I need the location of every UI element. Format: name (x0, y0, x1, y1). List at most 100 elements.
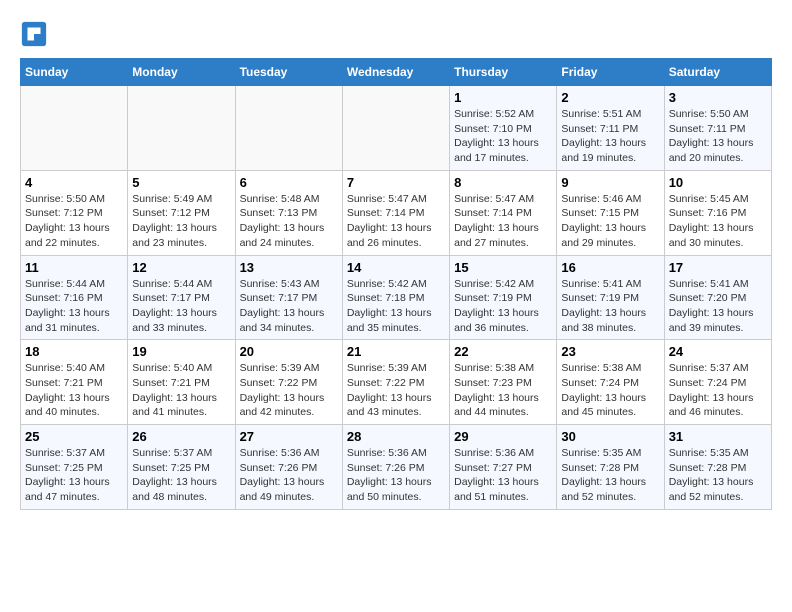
day-number: 24 (669, 344, 767, 359)
calendar-cell: 17Sunrise: 5:41 AM Sunset: 7:20 PM Dayli… (664, 255, 771, 340)
day-info: Sunrise: 5:44 AM Sunset: 7:16 PM Dayligh… (25, 277, 123, 336)
logo-icon (20, 20, 48, 48)
calendar-cell (128, 86, 235, 171)
day-info: Sunrise: 5:35 AM Sunset: 7:28 PM Dayligh… (669, 446, 767, 505)
calendar-cell: 4 Sunrise: 5:50 AM Sunset: 7:12 PM Daylig… (21, 170, 128, 255)
calendar-cell: 23Sunrise: 5:38 AM Sunset: 7:24 PM Dayli… (557, 340, 664, 425)
calendar-cell: 8Sunrise: 5:47 AM Sunset: 7:14 PM Daylig… (450, 170, 557, 255)
day-header: Sunday (21, 59, 128, 86)
calendar-cell: 22Sunrise: 5:38 AM Sunset: 7:23 PM Dayli… (450, 340, 557, 425)
calendar-cell (21, 86, 128, 171)
calendar-cell: 27 Sunrise: 5:36 AM Sunset: 7:26 PM Dayli… (235, 425, 342, 510)
day-number: 26 (132, 429, 230, 444)
day-info: Sunrise: 5:43 AM Sunset: 7:17 PM Dayligh… (240, 277, 338, 336)
day-number: 8 (454, 175, 552, 190)
calendar-cell: 2 Sunrise: 5:51 AM Sunset: 7:11 PM Daylig… (557, 86, 664, 171)
calendar-week-row: 11 Sunrise: 5:44 AM Sunset: 7:16 PM Dayli… (21, 255, 772, 340)
calendar-cell: 20 Sunrise: 5:39 AM Sunset: 7:22 PM Dayli… (235, 340, 342, 425)
calendar-cell: 12 Sunrise: 5:44 AM Sunset: 7:17 PM Dayli… (128, 255, 235, 340)
day-number: 4 (25, 175, 123, 190)
calendar-week-row: 4 Sunrise: 5:50 AM Sunset: 7:12 PM Daylig… (21, 170, 772, 255)
day-number: 3 (669, 90, 767, 105)
day-number: 10 (669, 175, 767, 190)
calendar-cell: 11 Sunrise: 5:44 AM Sunset: 7:16 PM Dayli… (21, 255, 128, 340)
day-info: Sunrise: 5:46 AM Sunset: 7:15 PM Dayligh… (561, 192, 659, 251)
day-header: Wednesday (342, 59, 449, 86)
calendar-cell: 21Sunrise: 5:39 AM Sunset: 7:22 PM Dayli… (342, 340, 449, 425)
calendar-cell: 26 Sunrise: 5:37 AM Sunset: 7:25 PM Dayli… (128, 425, 235, 510)
calendar-cell (235, 86, 342, 171)
day-number: 30 (561, 429, 659, 444)
day-number: 27 (240, 429, 338, 444)
day-header: Saturday (664, 59, 771, 86)
calendar-cell: 19 Sunrise: 5:40 AM Sunset: 7:21 PM Dayli… (128, 340, 235, 425)
logo (20, 20, 50, 48)
day-number: 19 (132, 344, 230, 359)
day-info: Sunrise: 5:49 AM Sunset: 7:12 PM Dayligh… (132, 192, 230, 251)
calendar-cell: 6 Sunrise: 5:48 AM Sunset: 7:13 PM Daylig… (235, 170, 342, 255)
calendar-cell: 14Sunrise: 5:42 AM Sunset: 7:18 PM Dayli… (342, 255, 449, 340)
day-number: 31 (669, 429, 767, 444)
day-number: 6 (240, 175, 338, 190)
day-number: 1 (454, 90, 552, 105)
day-info: Sunrise: 5:37 AM Sunset: 7:25 PM Dayligh… (132, 446, 230, 505)
day-info: Sunrise: 5:47 AM Sunset: 7:14 PM Dayligh… (347, 192, 445, 251)
day-info: Sunrise: 5:50 AM Sunset: 7:12 PM Dayligh… (25, 192, 123, 251)
day-info: Sunrise: 5:44 AM Sunset: 7:17 PM Dayligh… (132, 277, 230, 336)
day-info: Sunrise: 5:36 AM Sunset: 7:27 PM Dayligh… (454, 446, 552, 505)
day-info: Sunrise: 5:48 AM Sunset: 7:13 PM Dayligh… (240, 192, 338, 251)
day-info: Sunrise: 5:35 AM Sunset: 7:28 PM Dayligh… (561, 446, 659, 505)
calendar-cell: 18 Sunrise: 5:40 AM Sunset: 7:21 PM Dayli… (21, 340, 128, 425)
calendar-table: SundayMondayTuesdayWednesdayThursdayFrid… (20, 58, 772, 510)
day-number: 29 (454, 429, 552, 444)
day-info: Sunrise: 5:37 AM Sunset: 7:25 PM Dayligh… (25, 446, 123, 505)
calendar-cell: 9 Sunrise: 5:46 AM Sunset: 7:15 PM Daylig… (557, 170, 664, 255)
day-info: Sunrise: 5:50 AM Sunset: 7:11 PM Dayligh… (669, 107, 767, 166)
calendar-cell: 30 Sunrise: 5:35 AM Sunset: 7:28 PM Dayli… (557, 425, 664, 510)
calendar-cell: 28Sunrise: 5:36 AM Sunset: 7:26 PM Dayli… (342, 425, 449, 510)
day-info: Sunrise: 5:39 AM Sunset: 7:22 PM Dayligh… (240, 361, 338, 420)
day-info: Sunrise: 5:41 AM Sunset: 7:20 PM Dayligh… (669, 277, 767, 336)
day-number: 13 (240, 260, 338, 275)
calendar-cell: 5 Sunrise: 5:49 AM Sunset: 7:12 PM Daylig… (128, 170, 235, 255)
calendar-cell: 1 Sunrise: 5:52 AM Sunset: 7:10 PM Daylig… (450, 86, 557, 171)
day-header: Friday (557, 59, 664, 86)
day-info: Sunrise: 5:37 AM Sunset: 7:24 PM Dayligh… (669, 361, 767, 420)
day-number: 16 (561, 260, 659, 275)
day-number: 28 (347, 429, 445, 444)
day-header: Monday (128, 59, 235, 86)
day-number: 18 (25, 344, 123, 359)
day-number: 9 (561, 175, 659, 190)
day-number: 5 (132, 175, 230, 190)
day-info: Sunrise: 5:45 AM Sunset: 7:16 PM Dayligh… (669, 192, 767, 251)
calendar-cell: 31 Sunrise: 5:35 AM Sunset: 7:28 PM Dayli… (664, 425, 771, 510)
calendar-cell (342, 86, 449, 171)
day-info: Sunrise: 5:39 AM Sunset: 7:22 PM Dayligh… (347, 361, 445, 420)
calendar-week-row: 18 Sunrise: 5:40 AM Sunset: 7:21 PM Dayli… (21, 340, 772, 425)
day-number: 22 (454, 344, 552, 359)
calendar-week-row: 1 Sunrise: 5:52 AM Sunset: 7:10 PM Daylig… (21, 86, 772, 171)
calendar-cell: 7 Sunrise: 5:47 AM Sunset: 7:14 PM Daylig… (342, 170, 449, 255)
day-info: Sunrise: 5:51 AM Sunset: 7:11 PM Dayligh… (561, 107, 659, 166)
day-number: 7 (347, 175, 445, 190)
calendar-cell: 16 Sunrise: 5:41 AM Sunset: 7:19 PM Dayli… (557, 255, 664, 340)
day-info: Sunrise: 5:40 AM Sunset: 7:21 PM Dayligh… (132, 361, 230, 420)
day-info: Sunrise: 5:52 AM Sunset: 7:10 PM Dayligh… (454, 107, 552, 166)
day-header: Tuesday (235, 59, 342, 86)
day-info: Sunrise: 5:41 AM Sunset: 7:19 PM Dayligh… (561, 277, 659, 336)
day-info: Sunrise: 5:42 AM Sunset: 7:19 PM Dayligh… (454, 277, 552, 336)
day-info: Sunrise: 5:36 AM Sunset: 7:26 PM Dayligh… (240, 446, 338, 505)
calendar-cell: 24 Sunrise: 5:37 AM Sunset: 7:24 PM Dayli… (664, 340, 771, 425)
day-number: 20 (240, 344, 338, 359)
day-number: 11 (25, 260, 123, 275)
calendar-week-row: 25 Sunrise: 5:37 AM Sunset: 7:25 PM Dayli… (21, 425, 772, 510)
day-info: Sunrise: 5:40 AM Sunset: 7:21 PM Dayligh… (25, 361, 123, 420)
day-number: 25 (25, 429, 123, 444)
calendar-cell: 25 Sunrise: 5:37 AM Sunset: 7:25 PM Dayli… (21, 425, 128, 510)
calendar-cell: 13 Sunrise: 5:43 AM Sunset: 7:17 PM Dayli… (235, 255, 342, 340)
calendar-cell: 29 Sunrise: 5:36 AM Sunset: 7:27 PM Dayli… (450, 425, 557, 510)
day-number: 2 (561, 90, 659, 105)
day-info: Sunrise: 5:38 AM Sunset: 7:24 PM Dayligh… (561, 361, 659, 420)
day-number: 12 (132, 260, 230, 275)
calendar-cell: 10 Sunrise: 5:45 AM Sunset: 7:16 PM Dayli… (664, 170, 771, 255)
